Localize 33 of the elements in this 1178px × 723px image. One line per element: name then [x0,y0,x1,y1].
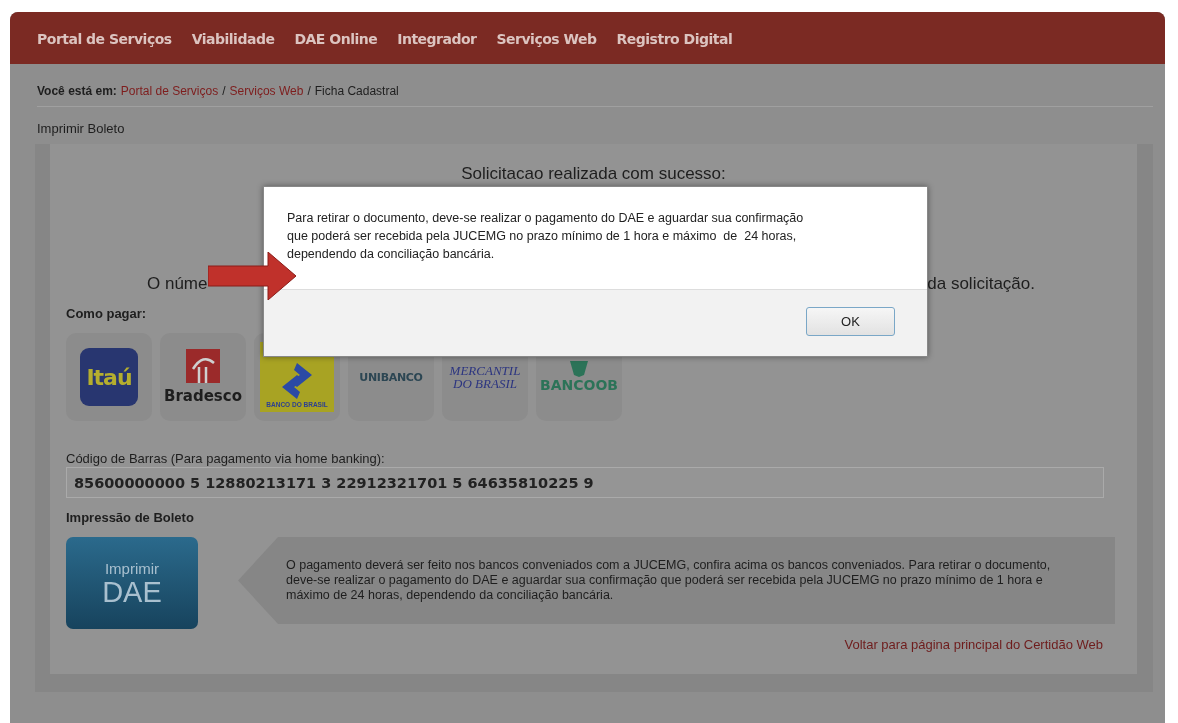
nav-link[interactable]: Integrador [397,31,477,47]
barcode-field[interactable]: 85600000000 5 12880213171 3 22912321701 5 64635810225 9 [66,467,1104,498]
nav-link[interactable]: Registro Digital [616,31,733,47]
bank-logo-text: UNIBANCO [359,370,423,384]
breadcrumb-current: Ficha Cadastral [314,84,399,98]
breadcrumb-label: Você está em: [37,84,117,98]
request-number-text: O núme [147,274,208,294]
bank-logo-text: MERCANTIL DO BRASIL [449,364,521,390]
bank-logo-text: BANCOOB [540,377,618,393]
nav-link[interactable]: DAE Online [294,31,378,47]
success-message: Solicitacao realizada com sucesso: [460,164,727,184]
print-dae-button[interactable]: Imprimir DAE [66,537,198,629]
breadcrumb-separator: / [222,84,226,98]
payment-info-text: O pagamento deverá ser feito nos bancos conveniados com a JUCEMG, confira acima os bancos conveniados. Para retirar o documento, deve-se realizar o pagamento do DAE e aguardar sua confirmação que poderá ser recebida pela JUCEMG no prazo mínimo de 1 hora e máximo de 24 horas, dependendo da conciliação bancária. [286,558,1052,603]
bank-logo-tile[interactable]: Itaú [66,333,152,421]
breadcrumb-link[interactable]: Serviços Web [229,84,304,98]
bank-logo-tile[interactable]: Bradesco [160,333,246,421]
request-number-text: da solicitação. [927,274,1035,294]
bank-logo-text: Bradesco [164,387,242,405]
breadcrumb-link[interactable]: Portal de Serviços [120,84,219,98]
print-heading: Impressão de Boleto [66,510,195,525]
dialog-message: Para retirar o documento, deve-se realizar o pagamento do DAE e aguardar sua confirmação que poderá ser recebida pela JUCEMG no prazo mínimo de 1 hora e máximo de 24 horas, dependendo da conciliação bancária. [286,210,805,263]
barcode-label: Código de Barras (Para pagamento via home banking): [66,451,386,466]
shield-icon [568,361,590,377]
nav-link[interactable]: Serviços Web [496,31,597,47]
ok-button[interactable]: OK [806,307,895,336]
back-link[interactable]: Voltar para página principal do Certidão Web [844,637,1103,652]
bank-logo-text: Itaú [80,348,138,406]
nav-link[interactable]: Portal de Serviços [37,31,172,47]
nav-link[interactable]: Viabilidade [191,31,275,47]
section-title: Imprimir Boleto [37,121,126,136]
payment-heading: Como pagar: [66,306,148,321]
breadcrumb-separator: / [307,84,311,98]
